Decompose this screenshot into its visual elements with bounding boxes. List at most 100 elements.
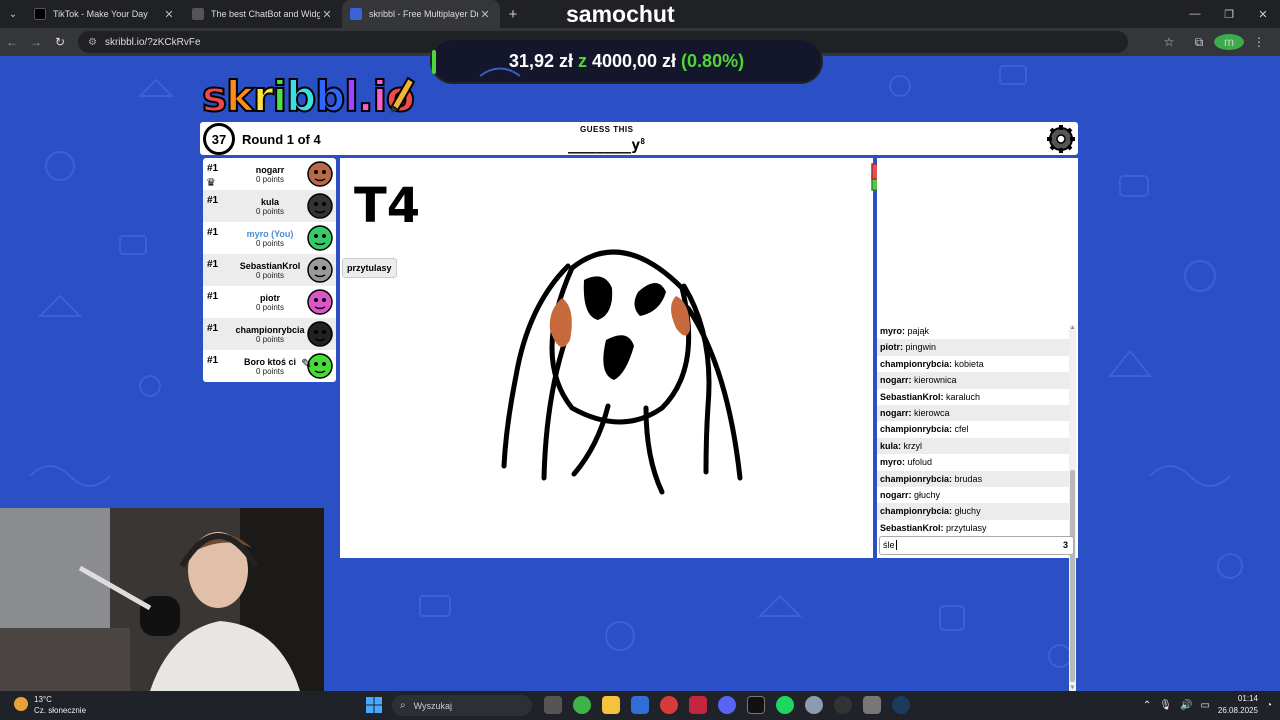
window-controls: — ❐ ✕ xyxy=(1178,0,1280,28)
webcam-feed xyxy=(0,508,324,691)
weather-desc: Cz. słonecznie xyxy=(34,706,87,715)
tab-title: TikTok - Make Your Day xyxy=(53,9,148,19)
player-rank: #1 xyxy=(207,259,219,270)
player-name: kula xyxy=(260,197,279,207)
player-row[interactable]: #1 championrybcia 0 points xyxy=(203,318,336,350)
search-icon: ⌕ xyxy=(400,700,406,711)
chat-input[interactable]: śle 3 xyxy=(879,536,1074,555)
weather-widget[interactable]: 13°C Cz. słonecznie xyxy=(14,694,86,716)
chat-text: karaluch xyxy=(946,391,981,402)
chat-text: kobieta xyxy=(954,358,984,369)
chat-text: krzyl xyxy=(903,440,923,451)
tab-chatbot[interactable]: The best ChatBot and Widgets ✕ xyxy=(184,0,342,28)
skribbl-icon xyxy=(350,8,362,20)
app-edit-icon[interactable] xyxy=(689,696,707,714)
chat-user: nogarr xyxy=(880,407,909,418)
skribbl-logo: skribbl.io xyxy=(201,71,416,122)
chat-text: przytulasy xyxy=(946,522,987,533)
player-row[interactable]: #1 kula 0 points xyxy=(203,190,336,222)
extensions-icon[interactable]: ⧉ xyxy=(1184,35,1214,50)
profile-avatar[interactable]: m xyxy=(1214,34,1244,50)
site-info-icon[interactable]: ⚙ xyxy=(88,37,97,48)
minimize-icon[interactable]: — xyxy=(1178,0,1212,28)
chat-message: myro: pająk xyxy=(880,326,930,336)
chrome-icon[interactable] xyxy=(573,696,591,714)
app-dark-icon[interactable] xyxy=(834,696,852,714)
chat-text: ufolud xyxy=(907,457,933,468)
player-avatar-icon xyxy=(307,193,333,219)
scroll-up-icon[interactable]: ▲ xyxy=(1069,325,1076,331)
player-row[interactable]: #1 Boro ktoś ci 0 points ✎ xyxy=(203,350,336,382)
discord-icon[interactable] xyxy=(718,696,736,714)
url-text: skribbl.io/?zKCkRvFe xyxy=(104,36,201,48)
player-rank: #1 xyxy=(207,291,219,302)
player-row[interactable]: #1 SebastianKrol 0 points xyxy=(203,254,336,286)
chat-user: championrybcia xyxy=(880,424,950,435)
volume-icon[interactable]: 🔊 xyxy=(1180,700,1192,711)
new-tab-icon[interactable]: + xyxy=(500,6,526,23)
battery-icon[interactable]: ▭ xyxy=(1200,700,1209,711)
chat-messages: myro: pająk piotr: pingwin championrybcia:… xyxy=(877,323,1069,693)
chat-user: SebastianKrol xyxy=(880,391,941,402)
weather-temp: 13°C xyxy=(34,695,52,704)
microphone-icon[interactable]: 🎙 xyxy=(1159,700,1172,711)
notification-icon[interactable]: ◔ xyxy=(1266,700,1272,711)
tab-search-icon[interactable]: ⌄ xyxy=(0,0,26,28)
tab-tiktok[interactable]: TikTok - Make Your Day ✕ xyxy=(26,0,184,28)
player-rank: #1 xyxy=(207,227,219,238)
close-icon[interactable]: ✕ xyxy=(162,8,176,21)
steam-icon[interactable] xyxy=(892,696,910,714)
tray-chevron-icon[interactable]: ⌃ xyxy=(1143,700,1151,711)
word-hint-text: _______y xyxy=(568,136,641,154)
chat-user: nogarr xyxy=(880,375,909,386)
app-gear-icon[interactable] xyxy=(863,696,881,714)
player-name: myro (You) xyxy=(246,229,294,239)
settings-gear-icon[interactable] xyxy=(1046,124,1076,154)
drawing-canvas[interactable]: T4 xyxy=(340,158,897,558)
close-icon[interactable]: ✕ xyxy=(320,8,334,21)
windows-start-icon[interactable] xyxy=(366,697,382,713)
search-placeholder: Wyszukaj xyxy=(413,700,453,711)
scroll-thumb[interactable] xyxy=(1070,470,1075,682)
player-name: nogarr xyxy=(255,165,285,175)
taskbar-search[interactable]: ⌕ Wyszukaj xyxy=(392,695,532,716)
chat-user: championrybcia xyxy=(880,506,950,517)
player-avatar-icon xyxy=(307,225,333,251)
word-length: 8 xyxy=(640,137,646,146)
forward-icon[interactable]: → xyxy=(24,35,48,49)
player-row[interactable]: #1 ♛ nogarr 0 points xyxy=(203,158,336,190)
back-icon[interactable]: ← xyxy=(0,35,24,49)
taskbar-clock[interactable]: 01:14 26.08.2025 xyxy=(1218,693,1258,717)
maximize-icon[interactable]: ❐ xyxy=(1212,0,1246,28)
close-window-icon[interactable]: ✕ xyxy=(1246,0,1280,28)
store-icon[interactable] xyxy=(631,696,649,714)
guess-bubble: przytulasy xyxy=(342,258,397,278)
tab-title: The best ChatBot and Widgets xyxy=(211,9,320,19)
player-name: SebastianKrol xyxy=(239,261,301,271)
capcut-icon[interactable] xyxy=(747,696,765,714)
drawing: T4 xyxy=(354,178,743,495)
chat-user: SebastianKrol xyxy=(880,522,941,533)
menu-icon[interactable]: ⋮ xyxy=(1244,35,1274,49)
close-icon[interactable]: ✕ xyxy=(478,8,492,21)
tab-skribbl[interactable]: skribbl - Free Multiplayer Drawi ✕ xyxy=(342,0,500,28)
app-red-icon[interactable] xyxy=(660,696,678,714)
settings-icon[interactable] xyxy=(805,696,823,714)
player-points: 0 points xyxy=(255,175,285,184)
browser-tab-bar: ⌄ TikTok - Make Your Day ✕ The best Chat… xyxy=(0,0,1280,28)
spotify-icon[interactable] xyxy=(776,696,794,714)
reload-icon[interactable]: ↻ xyxy=(48,35,72,49)
tiktok-icon xyxy=(34,8,46,20)
round-timer: 37 xyxy=(203,123,235,155)
chat-input-value: śle xyxy=(883,540,895,550)
chat-scrollbar[interactable]: ▲ ▼ xyxy=(1069,325,1076,691)
bookmark-star-icon[interactable]: ☆ xyxy=(1154,35,1184,49)
task-view-icon[interactable] xyxy=(544,696,562,714)
canvas-text: T4 xyxy=(354,178,420,234)
file-explorer-icon[interactable] xyxy=(602,696,620,714)
game-top-bar: 37 Round 1 of 4 GUESS THIS _______y8 xyxy=(200,122,1078,155)
player-row[interactable]: #1 myro (You) 0 points xyxy=(203,222,336,254)
player-row[interactable]: #1 piotr 0 points xyxy=(203,286,336,318)
crown-icon: ♛ xyxy=(206,177,216,189)
windows-taskbar: 13°C Cz. słonecznie ⌕ Wyszukaj ⌃ 🎙 🔊 ▭ 0… xyxy=(0,691,1280,720)
